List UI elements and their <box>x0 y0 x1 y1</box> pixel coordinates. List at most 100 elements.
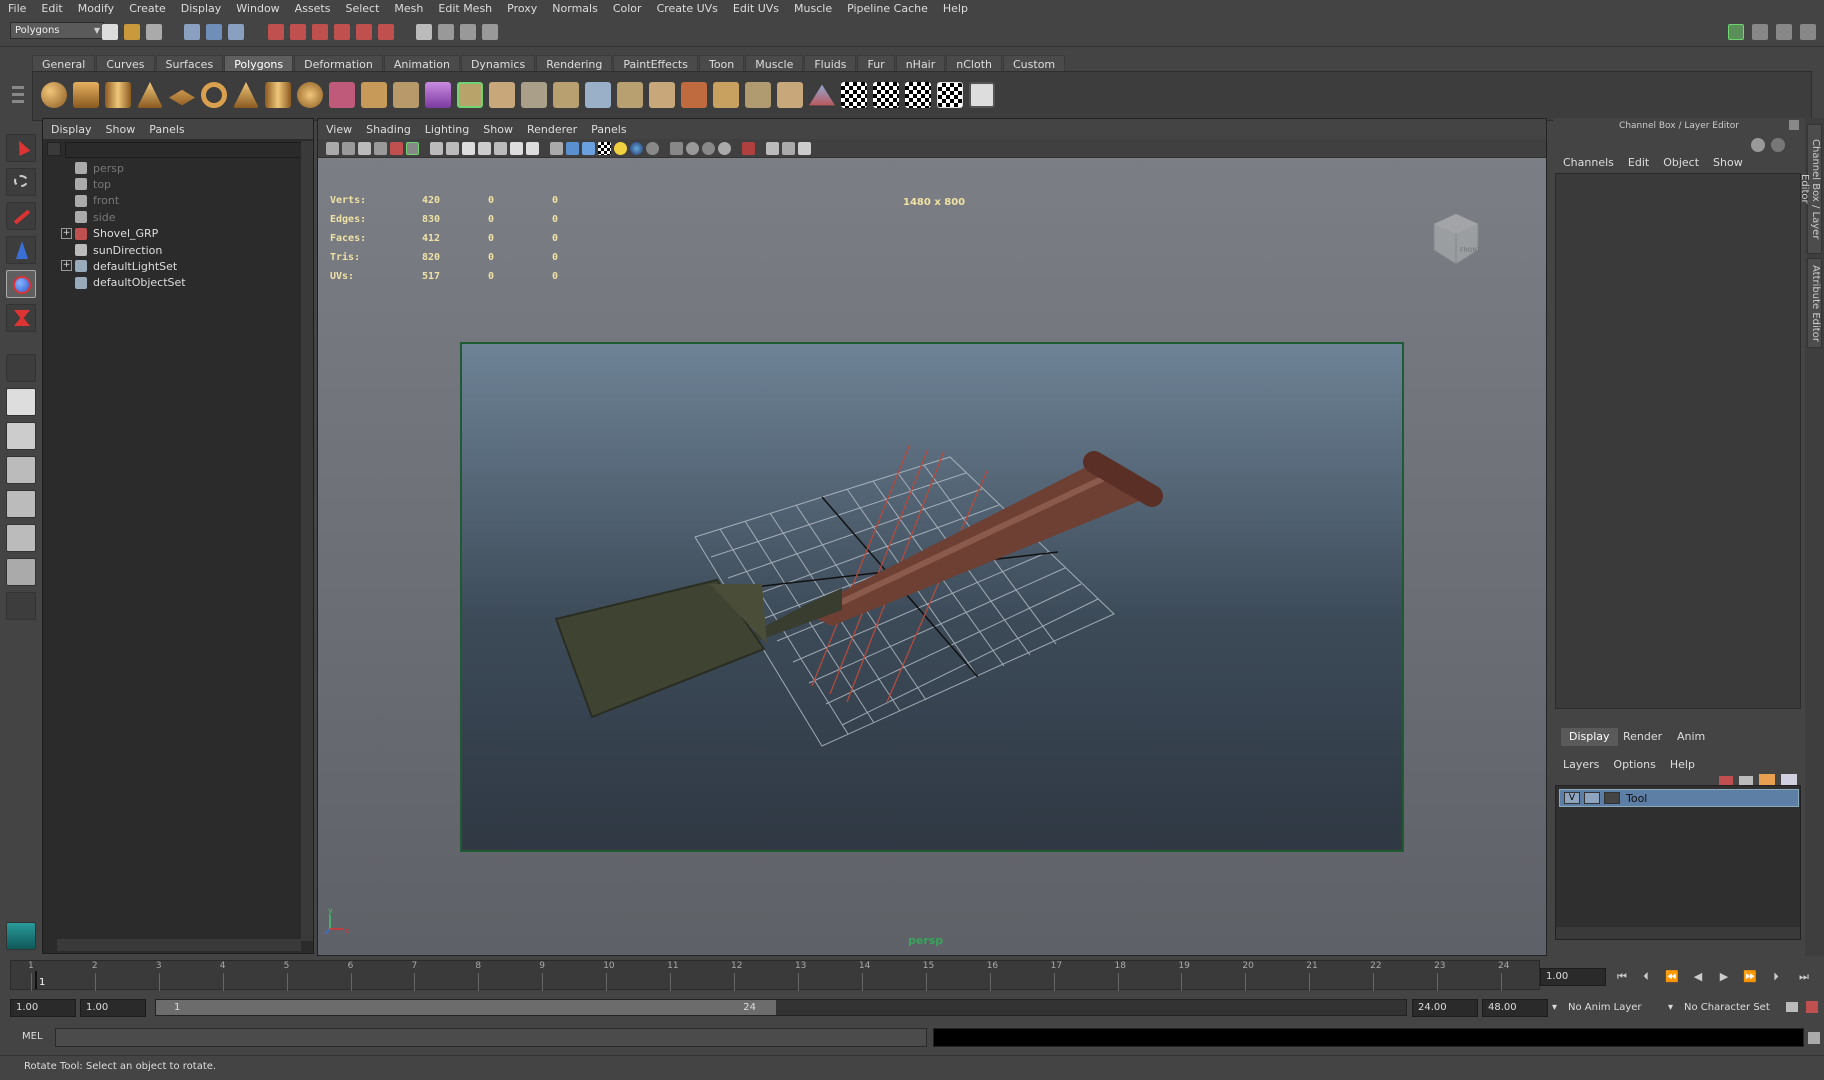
uv-cut-icon[interactable] <box>937 82 963 108</box>
manipulator-mode-icon[interactable] <box>1751 138 1765 152</box>
history-icon[interactable] <box>378 24 394 40</box>
persp-graph-outliner-layout-icon[interactable] <box>6 558 36 586</box>
automatic-mapping-icon[interactable] <box>809 84 835 106</box>
poly-soccerball-icon[interactable] <box>297 82 323 108</box>
channelbox-menu-show[interactable]: Show <box>1713 156 1743 169</box>
shelf-tab-deformation[interactable]: Deformation <box>294 55 383 72</box>
viewport-menu-show[interactable]: Show <box>483 123 513 136</box>
expand-icon[interactable]: + <box>61 227 72 239</box>
rotate-tool-icon[interactable] <box>6 270 36 298</box>
menu-pipeline-cache[interactable]: Pipeline Cache <box>847 2 928 15</box>
snap-grid-icon[interactable] <box>268 24 284 40</box>
extrude-icon[interactable] <box>489 82 515 108</box>
viewport-panel[interactable]: View Shading Lighting Show Renderer Panels Ve… <box>317 118 1547 956</box>
float-panel-icon[interactable] <box>1789 120 1799 130</box>
playback-range-handle[interactable]: 1 24 <box>156 1000 776 1015</box>
use-all-lights-icon[interactable] <box>614 142 627 155</box>
open-scene-icon[interactable] <box>124 24 140 40</box>
isolate-select-icon[interactable] <box>742 142 755 155</box>
outliner-menu-panels[interactable]: Panels <box>149 123 184 136</box>
channel-box-area[interactable] <box>1555 173 1801 709</box>
poly-pipe-icon[interactable] <box>265 82 291 108</box>
smooth-icon[interactable] <box>425 82 451 108</box>
cylindrical-mapping-icon[interactable] <box>777 82 803 108</box>
poly-pyramid-icon[interactable] <box>233 82 259 108</box>
safe-title-icon[interactable] <box>526 142 539 155</box>
menu-file[interactable]: File <box>8 2 26 15</box>
smooth-shade-icon[interactable] <box>566 142 579 155</box>
camera-attributes-icon[interactable] <box>342 142 355 155</box>
image-plane-icon[interactable] <box>374 142 387 155</box>
anim-layer-label[interactable]: No Anim Layer <box>1568 1002 1642 1013</box>
safe-action-icon[interactable] <box>510 142 523 155</box>
shelf-tab-animation[interactable]: Animation <box>383 55 460 72</box>
viewcube-icon[interactable]: FRONT <box>1430 210 1482 270</box>
last-tool-icon[interactable] <box>6 354 36 382</box>
show-channelbox-icon[interactable] <box>1728 24 1744 40</box>
menu-modify[interactable]: Modify <box>78 2 114 15</box>
script-editor-icon[interactable] <box>1808 1032 1820 1044</box>
menu-create-uvs[interactable]: Create UVs <box>657 2 718 15</box>
channelbox-menu-channels[interactable]: Channels <box>1563 156 1614 169</box>
menu-proxy[interactable]: Proxy <box>507 2 537 15</box>
anim-end-field[interactable]: 24.00 <box>1412 999 1478 1017</box>
menu-set-dropdown[interactable]: Polygons ▼ <box>10 22 104 39</box>
expand-icon[interactable]: + <box>61 260 72 272</box>
snap-view-plane-icon[interactable] <box>334 24 350 40</box>
xray-icon[interactable] <box>766 142 779 155</box>
render-settings-icon[interactable] <box>482 24 498 40</box>
lasso-tool-icon[interactable] <box>6 168 36 196</box>
four-view-layout-icon[interactable] <box>6 422 36 450</box>
screen-space-ao-icon[interactable] <box>670 142 683 155</box>
outliner-menu-display[interactable]: Display <box>51 123 92 136</box>
field-chart-icon[interactable] <box>494 142 507 155</box>
show-attribute-editor-icon[interactable] <box>1752 24 1768 40</box>
menu-edit[interactable]: Edit <box>41 2 62 15</box>
outliner-item-persp[interactable]: persp <box>75 159 124 177</box>
channelbox-menu-object[interactable]: Object <box>1663 156 1699 169</box>
anim-prefs-icon[interactable] <box>1806 1001 1818 1013</box>
motion-blur-icon[interactable] <box>686 142 699 155</box>
move-tool-icon[interactable] <box>6 236 36 264</box>
custom-layout-icon[interactable] <box>6 592 36 620</box>
viewport-menu-lighting[interactable]: Lighting <box>425 123 469 136</box>
menu-muscle[interactable]: Muscle <box>794 2 832 15</box>
combine-icon[interactable] <box>329 82 355 108</box>
viewport-menu-view[interactable]: View <box>326 123 352 136</box>
shelf-tab-polygons[interactable]: Polygons <box>224 55 294 72</box>
viewport-menu-panels[interactable]: Panels <box>591 123 626 136</box>
menu-normals[interactable]: Normals <box>552 2 598 15</box>
shelf-tab-toon[interactable]: Toon <box>698 55 745 72</box>
step-back-key-icon[interactable]: ⏪ <box>1662 970 1682 986</box>
persp-outliner-layout-icon[interactable] <box>6 456 36 484</box>
layer-menu-help[interactable]: Help <box>1670 758 1695 771</box>
menu-select[interactable]: Select <box>345 2 379 15</box>
uv-checker-icon[interactable] <box>841 82 867 108</box>
poly-torus-icon[interactable] <box>201 82 227 108</box>
poly-plane-icon[interactable] <box>169 89 195 106</box>
filter-icon[interactable] <box>47 142 61 156</box>
shelf-menu-icon[interactable] <box>12 80 26 116</box>
boolean-icon[interactable] <box>457 82 483 108</box>
menu-mesh[interactable]: Mesh <box>394 2 423 15</box>
play-backwards-icon[interactable]: ◀ <box>1688 970 1708 986</box>
layer-menu-options[interactable]: Options <box>1613 758 1655 771</box>
layer-visibility-toggle[interactable]: V <box>1564 792 1580 804</box>
render-view-icon[interactable] <box>416 24 432 40</box>
uv-unfold-icon[interactable] <box>905 82 931 108</box>
outliner-item-top[interactable]: top <box>75 175 111 193</box>
shelf-tab-curves[interactable]: Curves <box>96 55 155 72</box>
channelbox-menu-edit[interactable]: Edit <box>1628 156 1649 169</box>
command-input[interactable] <box>55 1028 927 1047</box>
layer-tab-render[interactable]: Render <box>1615 728 1670 746</box>
outliner-item-defaultlightset[interactable]: defaultLightSet <box>75 257 177 275</box>
separate-icon[interactable] <box>361 82 387 108</box>
tab-channel-box[interactable]: Channel Box / Layer Editor <box>1799 124 1822 254</box>
layer-horizontal-scrollbar[interactable] <box>1556 927 1800 939</box>
poly-sphere-icon[interactable] <box>41 82 67 108</box>
menu-display[interactable]: Display <box>181 2 222 15</box>
textured-icon[interactable] <box>598 142 611 155</box>
current-time-field[interactable]: 1.00 <box>1540 968 1606 986</box>
layer-tab-anim[interactable]: Anim <box>1669 728 1713 746</box>
new-scene-icon[interactable] <box>102 24 118 40</box>
